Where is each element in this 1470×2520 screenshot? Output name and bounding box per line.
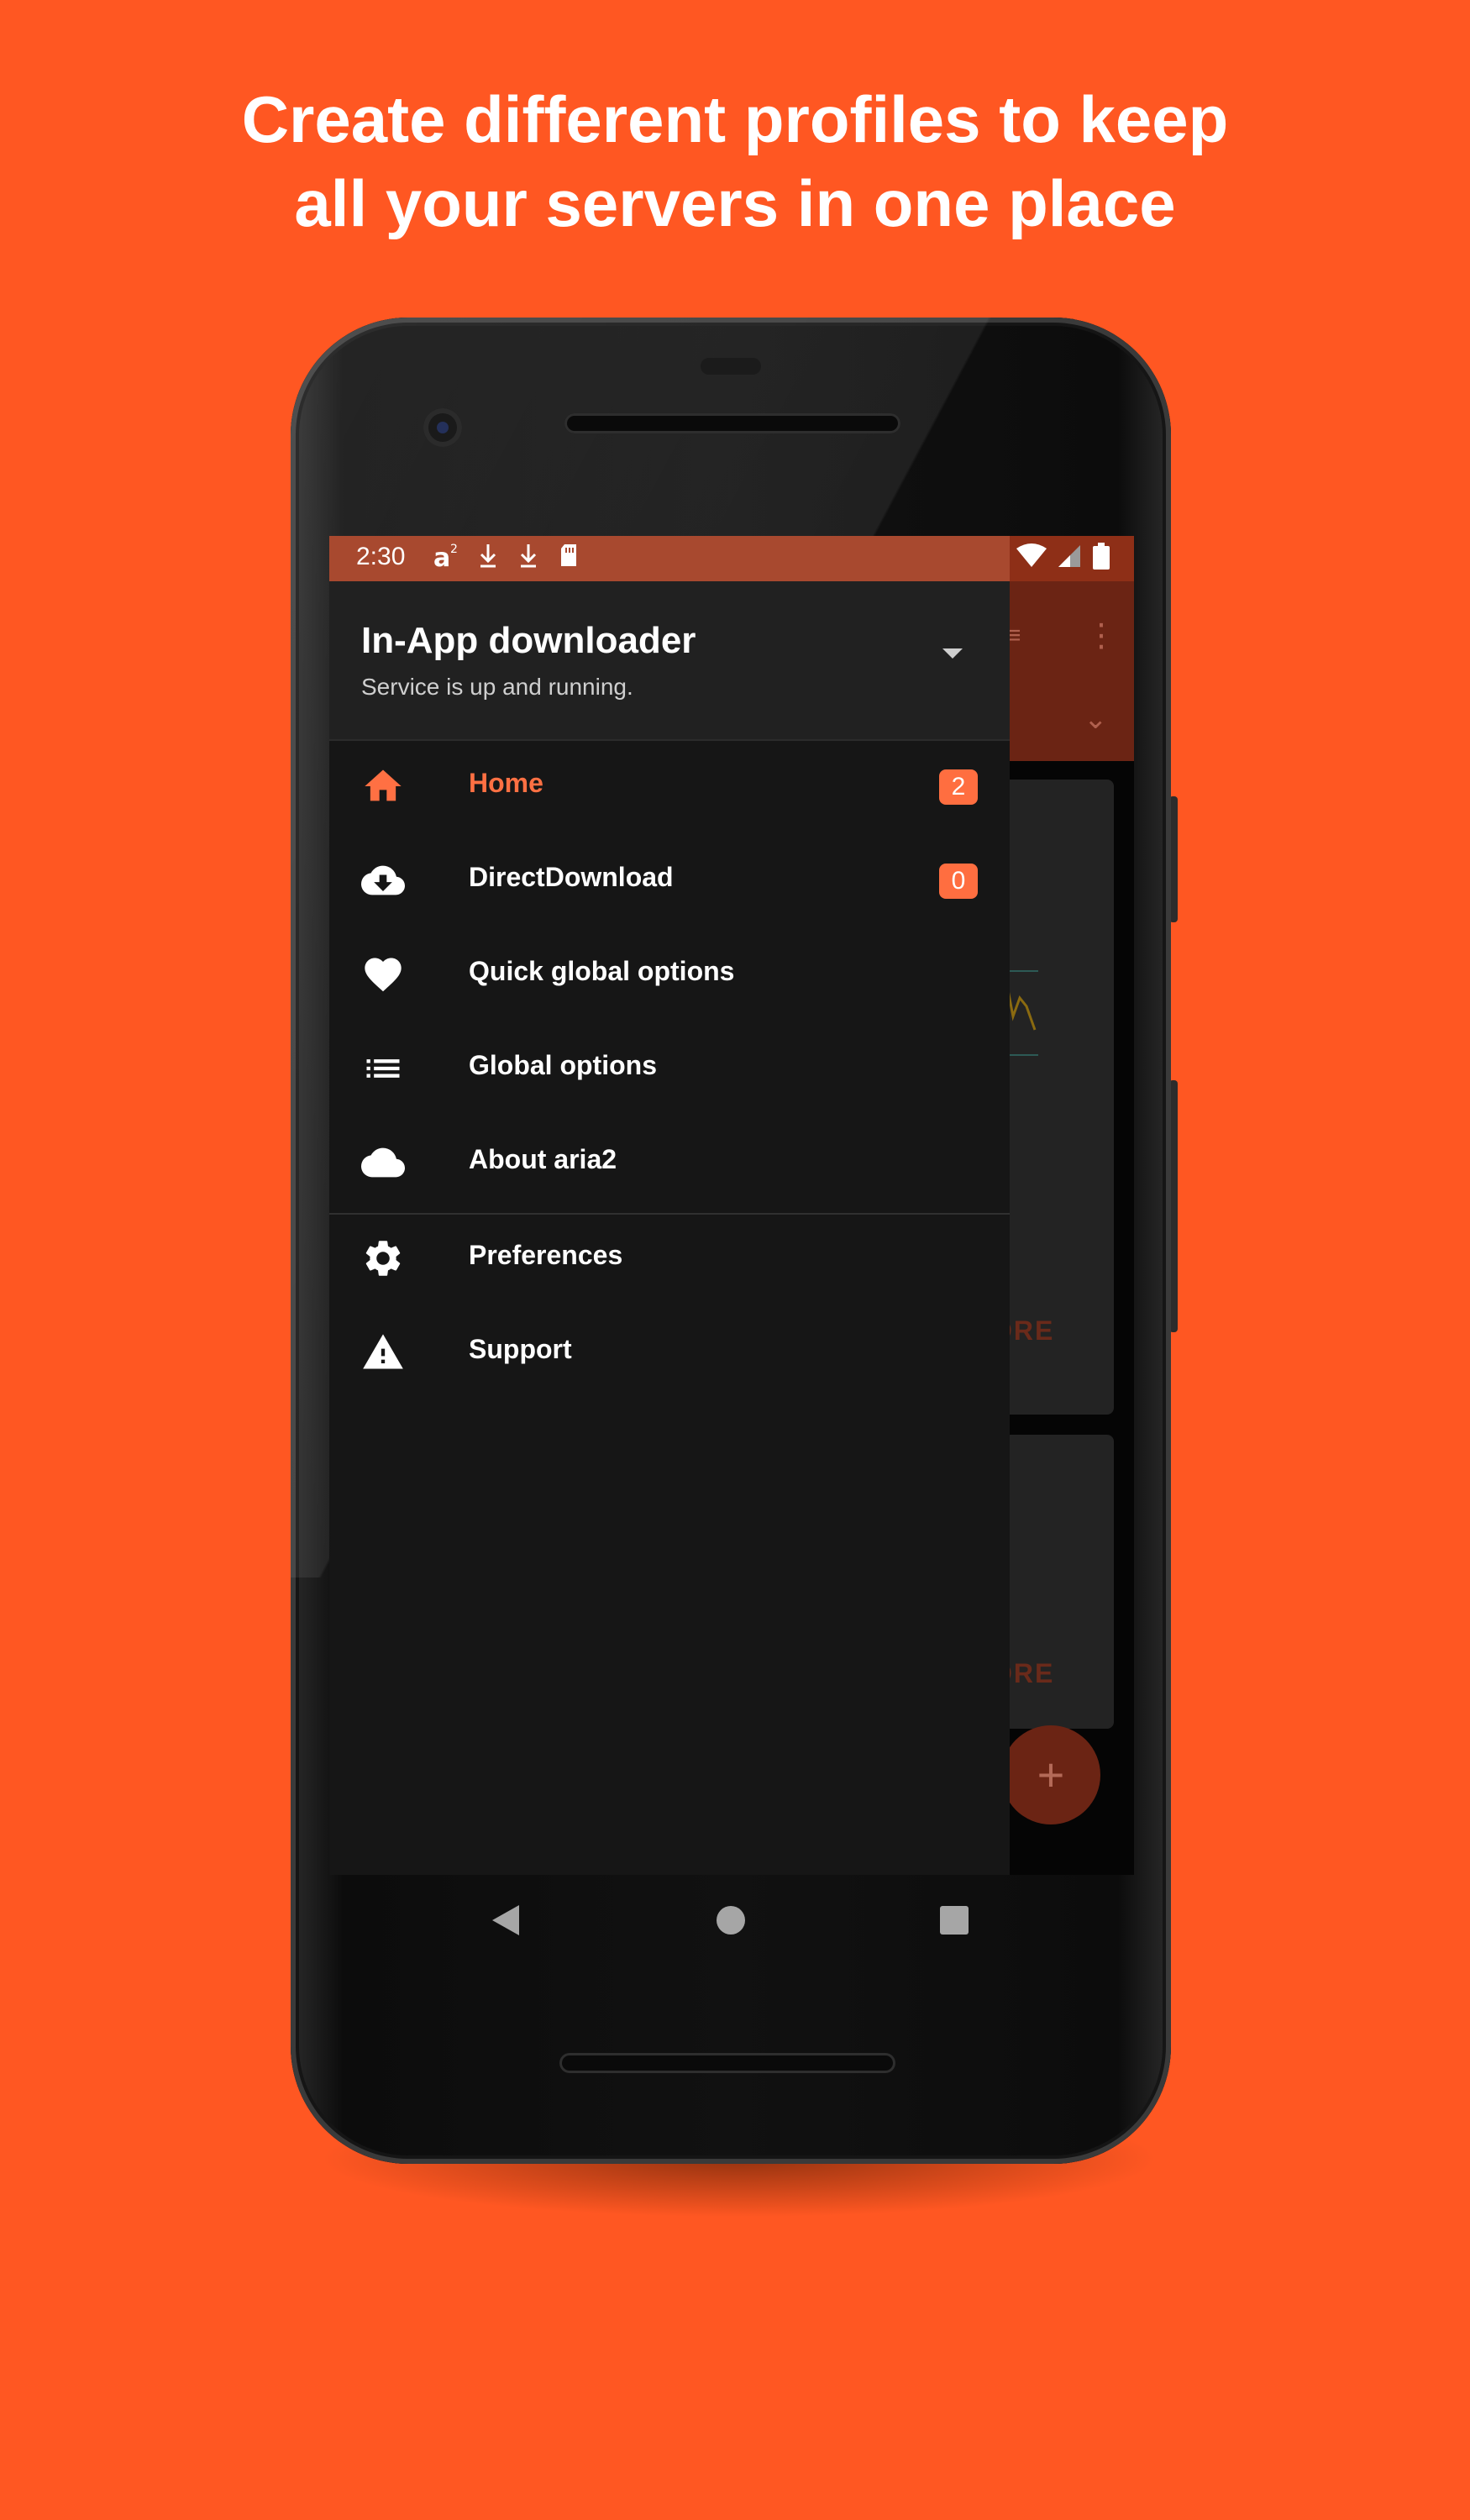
signal-icon (1058, 545, 1080, 567)
drawer-item-support[interactable]: Support (329, 1307, 1010, 1398)
sd-card-icon (558, 541, 580, 576)
profile-name: In-App downloader (361, 620, 696, 661)
drawer-item-global-options[interactable]: Global options (329, 1023, 1010, 1114)
status-bar-left: 2:30 a 2 (329, 536, 1010, 581)
home-icon (365, 769, 402, 801)
status-bar: 2:30 a 2 (329, 536, 1134, 581)
drawer-item-about-aria2[interactable]: About aria2 (329, 1117, 1010, 1208)
dropdown-arrow-icon[interactable] (942, 648, 963, 659)
battery-icon (1093, 543, 1110, 570)
list-icon (366, 1059, 400, 1078)
gear-icon (365, 1241, 401, 1276)
drawer-item-quick-global-options[interactable]: Quick global options (329, 929, 1010, 1020)
profile-status: Service is up and running. (361, 674, 633, 700)
system-icons (1016, 543, 1110, 570)
download-icon (477, 541, 499, 576)
drawer-item-preferences[interactable]: Preferences (329, 1213, 1010, 1304)
drawer-item-label: Support (469, 1334, 572, 1364)
svg-text:2: 2 (450, 543, 458, 556)
headline-line-1: Create different profiles to keep (241, 82, 1229, 156)
add-fab: + (1001, 1725, 1100, 1824)
download-icon (517, 541, 539, 576)
home-button[interactable] (716, 1905, 746, 1935)
drawer-item-label: Preferences (469, 1240, 623, 1270)
wifi-icon (1016, 543, 1047, 567)
profile-switcher[interactable]: In-App downloader Service is up and runn… (329, 581, 1010, 741)
bottom-speaker (559, 2053, 895, 2073)
drawer-item-label: DirectDownload (469, 862, 674, 892)
front-camera (423, 408, 462, 447)
proximity-sensor (701, 358, 761, 375)
cloud-download-icon (361, 865, 405, 895)
drawer-item-directdownload[interactable]: DirectDownload 0 (329, 835, 1010, 926)
notification-icons: a 2 (433, 541, 580, 576)
svg-text:a: a (433, 543, 450, 570)
count-badge: 0 (939, 864, 978, 899)
phone-screen: ≡ ⋮ ⌄ ORE ORE + 2:30 a 2 In-App download… (329, 536, 1134, 1875)
heart-icon (365, 958, 402, 992)
drawer-item-label: Global options (469, 1050, 657, 1080)
back-button[interactable] (489, 1902, 522, 1939)
top-speaker (564, 413, 900, 433)
status-time: 2:30 (356, 543, 406, 570)
warning-icon (363, 1334, 403, 1369)
aria2-icon: a 2 (433, 541, 459, 576)
headline: Create different profiles to keep all yo… (0, 77, 1470, 245)
drawer-item-label: About aria2 (469, 1144, 617, 1174)
chevron-down-icon: ⌄ (1084, 703, 1108, 735)
drawer-item-label: Home (469, 768, 543, 798)
drawer-item-label: Quick global options (469, 956, 735, 986)
headline-line-2: all your servers in one place (294, 166, 1176, 240)
drawer-item-home[interactable]: Home 2 (329, 741, 1010, 832)
cloud-icon (361, 1147, 405, 1178)
count-badge: 2 (939, 769, 978, 805)
overflow-menu-icon: ⋮ (1085, 618, 1117, 654)
recents-button[interactable] (939, 1905, 969, 1935)
navigation-drawer: In-App downloader Service is up and runn… (329, 581, 1010, 1875)
